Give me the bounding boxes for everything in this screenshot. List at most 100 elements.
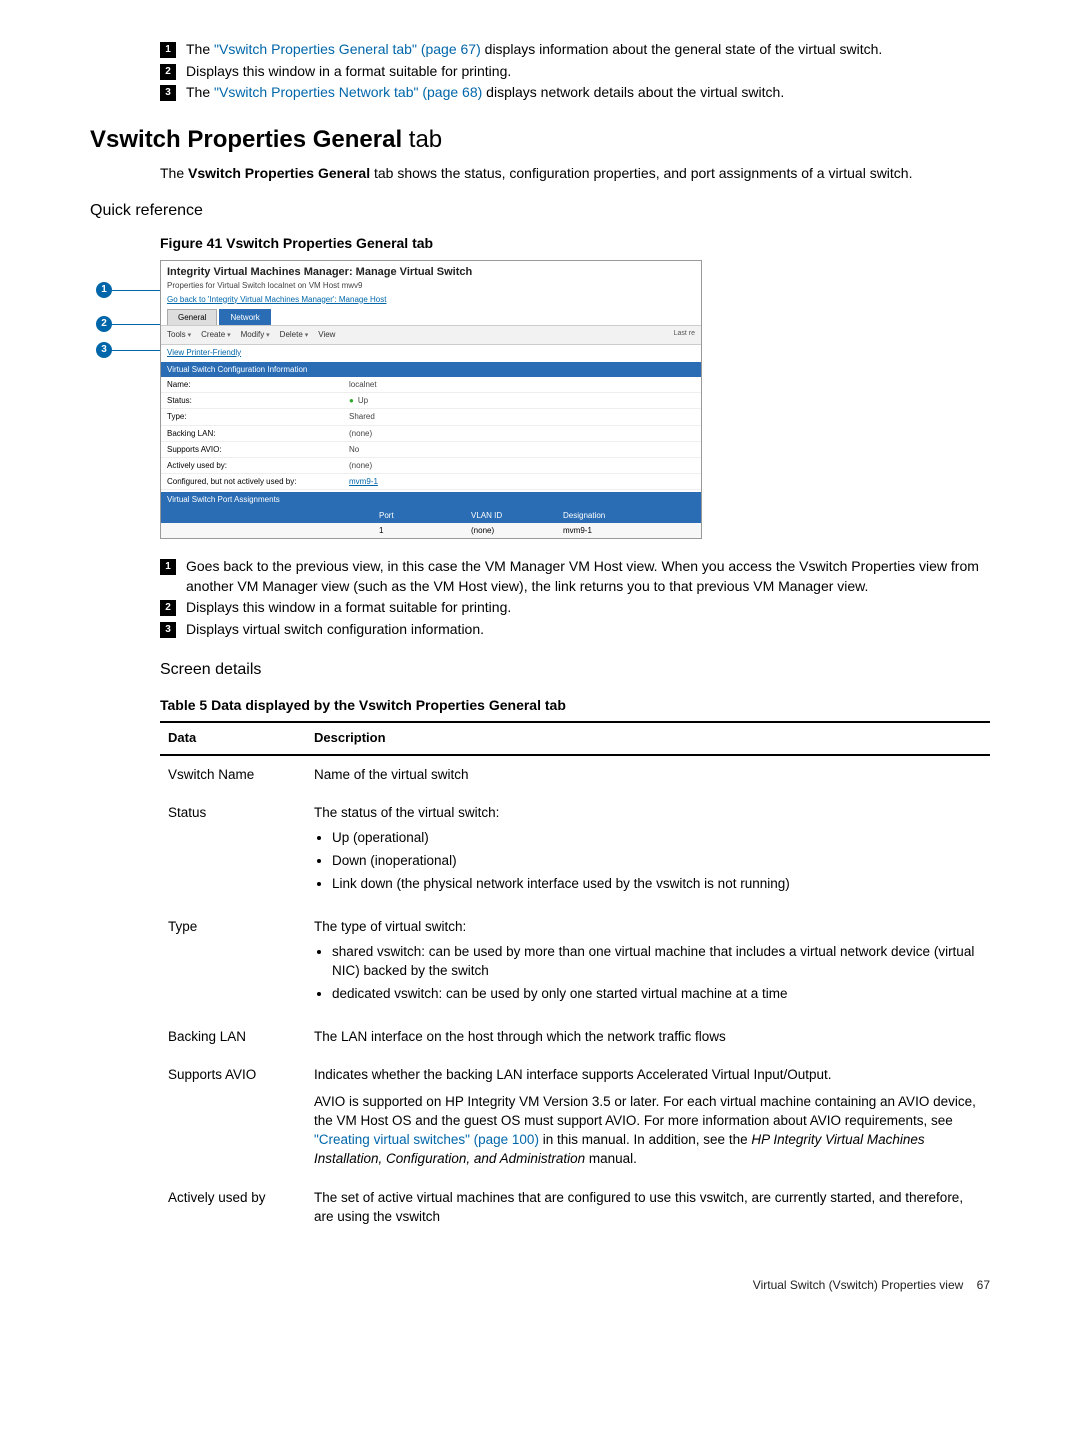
cell-desc: Name of the virtual switch bbox=[306, 755, 990, 795]
text: The bbox=[160, 165, 188, 181]
table-row: Supports AVIO Indicates whether the back… bbox=[160, 1056, 990, 1178]
ss-row-backing-lan: Backing LAN:(none) bbox=[161, 426, 701, 442]
ss-menu-modify[interactable]: Modify bbox=[241, 329, 270, 341]
callout-text: The "Vswitch Properties Network tab" (pa… bbox=[186, 83, 990, 103]
ss-cell: (none) bbox=[465, 523, 557, 538]
mid-callout-list: 1 Goes back to the previous view, in thi… bbox=[160, 557, 990, 639]
ss-key: Type: bbox=[161, 409, 343, 424]
cell-key: Type bbox=[160, 908, 306, 1018]
table-header-row: Data Description bbox=[160, 722, 990, 754]
table-row: Type The type of virtual switch: shared … bbox=[160, 908, 990, 1018]
ss-col-designation: Designation bbox=[557, 508, 701, 523]
leader-line bbox=[112, 290, 160, 291]
callout-number-1: 1 bbox=[160, 559, 176, 575]
list-item: shared vswitch: can be used by more than… bbox=[332, 943, 982, 981]
embedded-screenshot: Integrity Virtual Machines Manager: Mana… bbox=[160, 260, 702, 539]
ss-row-actively-used: Actively used by:(none) bbox=[161, 458, 701, 474]
page-footer: Virtual Switch (Vswitch) Properties view… bbox=[90, 1277, 990, 1294]
callout-number-3: 3 bbox=[160, 85, 176, 101]
text: The bbox=[186, 41, 214, 57]
leader-line bbox=[112, 324, 160, 325]
table-row: Vswitch Name Name of the virtual switch bbox=[160, 755, 990, 795]
text: manual. bbox=[585, 1151, 637, 1166]
list-item: dedicated vswitch: can be used by only o… bbox=[332, 985, 982, 1004]
ss-back-link[interactable]: Go back to 'Integrity Virtual Machines M… bbox=[161, 294, 701, 309]
ss-port-header: Port VLAN ID Designation bbox=[161, 508, 701, 523]
callout-row: 2 Displays this window in a format suita… bbox=[160, 62, 990, 82]
bullet-list: Up (operational) Down (inoperational) Li… bbox=[332, 829, 982, 894]
bullet-list: shared vswitch: can be used by more than… bbox=[332, 943, 982, 1004]
callout-row: 2 Displays this window in a format suita… bbox=[160, 598, 990, 618]
ss-menu-create[interactable]: Create bbox=[201, 329, 230, 341]
leader-line bbox=[112, 350, 160, 351]
ss-menu-tools[interactable]: Tools bbox=[167, 329, 191, 341]
ss-row-type: Type:Shared bbox=[161, 409, 701, 425]
ss-key: Actively used by: bbox=[161, 458, 343, 473]
table-row: Status The status of the virtual switch:… bbox=[160, 794, 990, 908]
ss-section-port-assign: Virtual Switch Port Assignments bbox=[161, 492, 701, 507]
ss-key: Status: bbox=[161, 393, 343, 408]
ss-tab-bar: General Network bbox=[161, 309, 701, 325]
top-callout-list: 1 The "Vswitch Properties General tab" (… bbox=[160, 40, 990, 103]
ss-val: Shared bbox=[343, 409, 381, 424]
callout-row: 3 Displays virtual switch configuration … bbox=[160, 620, 990, 640]
ss-printer-friendly-link[interactable]: View Printer-Friendly bbox=[161, 345, 701, 360]
link-vswitch-general-tab[interactable]: "Vswitch Properties General tab" (page 6… bbox=[214, 41, 481, 57]
bubble-1-icon: 1 bbox=[96, 282, 112, 298]
ss-row-configured-not-used: Configured, but not actively used by:mvm… bbox=[161, 474, 701, 490]
callout-row: 1 Goes back to the previous view, in thi… bbox=[160, 557, 990, 596]
link-vswitch-network-tab[interactable]: "Vswitch Properties Network tab" (page 6… bbox=[214, 84, 482, 100]
ss-key: Name: bbox=[161, 377, 343, 392]
list-item: Down (inoperational) bbox=[332, 852, 982, 871]
th-description: Description bbox=[306, 722, 990, 754]
section-heading: Vswitch Properties General tab bbox=[90, 123, 990, 157]
ss-cell bbox=[161, 523, 373, 538]
callout-text: Goes back to the previous view, in this … bbox=[186, 557, 990, 596]
ss-val: (none) bbox=[343, 426, 378, 441]
ss-row-status: Status:Up bbox=[161, 393, 701, 409]
callout-row: 3 The "Vswitch Properties Network tab" (… bbox=[160, 83, 990, 103]
cell-desc: The status of the virtual switch: Up (op… bbox=[306, 794, 990, 908]
ss-menu-delete[interactable]: Delete bbox=[280, 329, 309, 341]
heading-rest: tab bbox=[402, 126, 442, 153]
text: The bbox=[186, 84, 214, 100]
table-row: Backing LAN The LAN interface on the hos… bbox=[160, 1018, 990, 1057]
heading-bold: Vswitch Properties General bbox=[90, 126, 402, 153]
ss-last-refresh: Last re bbox=[674, 329, 695, 341]
table-caption: Table 5 Data displayed by the Vswitch Pr… bbox=[160, 696, 990, 716]
ss-row-name: Name:localnet bbox=[161, 377, 701, 393]
intro-paragraph: The Vswitch Properties General tab shows… bbox=[160, 164, 990, 184]
ss-menu-view[interactable]: View bbox=[318, 329, 335, 341]
ss-val: (none) bbox=[343, 458, 378, 473]
callout-number-1: 1 bbox=[160, 42, 176, 58]
lead-text: The status of the virtual switch: bbox=[314, 805, 499, 820]
ss-subtitle: Properties for Virtual Switch localnet o… bbox=[161, 280, 701, 293]
ss-col bbox=[161, 508, 373, 523]
cell-key: Supports AVIO bbox=[160, 1056, 306, 1178]
footer-section-title: Virtual Switch (Vswitch) Properties view bbox=[753, 1278, 964, 1292]
ss-port-row: 1 (none) mvm9-1 bbox=[161, 523, 701, 538]
footer-page-number: 67 bbox=[977, 1278, 990, 1292]
link-creating-vswitches[interactable]: "Creating virtual switches" (page 100) bbox=[314, 1132, 539, 1147]
callout-text: Displays virtual switch configuration in… bbox=[186, 620, 990, 640]
cell-key: Vswitch Name bbox=[160, 755, 306, 795]
ss-vm-link[interactable]: mvm9-1 bbox=[349, 477, 378, 486]
paragraph: AVIO is supported on HP Integrity VM Ver… bbox=[314, 1093, 982, 1169]
callout-text: Displays this window in a format suitabl… bbox=[186, 598, 990, 618]
bubble-2-icon: 2 bbox=[96, 316, 112, 332]
ss-key: Backing LAN: bbox=[161, 426, 343, 441]
ss-cell: mvm9-1 bbox=[557, 523, 701, 538]
ss-val: mvm9-1 bbox=[343, 474, 384, 489]
text: AVIO is supported on HP Integrity VM Ver… bbox=[314, 1094, 976, 1128]
ss-val-status-up: Up bbox=[343, 393, 374, 408]
ss-col-vlan: VLAN ID bbox=[465, 508, 557, 523]
screen-details-heading: Screen details bbox=[160, 659, 990, 681]
ss-toolbar-left: Tools Create Modify Delete View bbox=[167, 329, 335, 341]
cell-key: Actively used by bbox=[160, 1179, 306, 1237]
ss-col-port: Port bbox=[373, 508, 465, 523]
bubble-3-icon: 3 bbox=[96, 342, 112, 358]
callout-number-3: 3 bbox=[160, 622, 176, 638]
ss-tab-network[interactable]: Network bbox=[219, 309, 270, 325]
ss-tab-general[interactable]: General bbox=[167, 309, 217, 325]
text: displays information about the general s… bbox=[481, 41, 883, 57]
